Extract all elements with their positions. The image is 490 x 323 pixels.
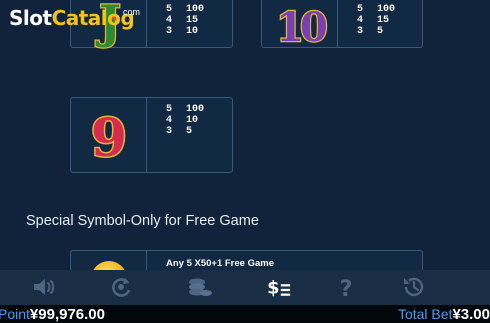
watermark-suffix: com [123,7,141,17]
pays-table-9: 5 100 4 10 35 [166,104,204,137]
paytable-panel: SlotCatalog com J 5 100 4 15 3 10 10 5 100 4… [0,0,490,270]
status-bar: Point¥99,976.00 Total Bet¥3.00 [0,305,490,323]
paytable-card-10: 10 5 100 4 15 35 [261,0,423,52]
pay-count: 5 [357,4,364,15]
pay-count: 4 [166,115,173,126]
total-bet-label: Total Bet [397,306,453,322]
special-symbol-cell [71,251,147,270]
pay-count: 5 [166,104,173,115]
pay-value: 5 [377,26,384,37]
history-icon[interactable] [400,274,428,300]
pay-value: 5 [186,126,193,137]
pay-value: 10 [186,115,199,126]
pays-table-j: 5 100 4 15 3 10 [166,4,204,37]
svg-text:?: ? [340,277,353,299]
special-symbol-card: Any 5 X50+1 Free Game [70,250,423,270]
pay-value: 100 [186,104,205,115]
pay-count: 5 [166,4,173,15]
point-display: Point¥99,976.00 [0,305,105,323]
point-value: ¥99,976.00 [29,306,105,323]
slotcatalog-watermark: SlotCatalog com [9,6,140,30]
pay-count: 4 [166,15,173,26]
pay-count: 3 [357,26,364,37]
pay-value: 10 [186,26,199,37]
pay-value: 100 [186,4,205,15]
pay-row: 4 15 [166,15,204,26]
pay-count: 3 [166,26,173,37]
pay-row: 35 [357,26,395,37]
pay-row: 4 15 [357,15,395,26]
autoplay-icon[interactable] [107,274,135,300]
pay-row: 5 100 [166,4,204,15]
nine-symbol-icon: 9 [71,98,147,172]
total-bet-display: Total Bet¥3.00 [398,305,490,323]
pay-value: 15 [186,15,199,26]
point-label: Point [0,306,30,322]
pay-value: 100 [377,4,396,15]
svg-text:9: 9 [91,108,127,169]
total-bet-value: ¥3.00 [452,306,490,323]
pay-row: 35 [166,126,204,137]
gold-coin-icon [91,261,127,270]
pay-count: 3 [166,126,173,137]
chips-icon[interactable] [186,274,214,300]
sound-icon[interactable] [30,274,58,300]
help-icon[interactable]: ? [332,274,360,300]
svg-text:$: $ [267,279,279,299]
special-symbol-description: Any 5 X50+1 Free Game [166,258,274,269]
paytable-icon[interactable]: $ [264,274,292,300]
pay-value: 15 [377,15,390,26]
watermark-brand-a: Slot [9,6,52,30]
watermark-brand-b: Catalog [51,6,135,30]
ten-symbol-icon: 10 [262,0,338,52]
paytable-card-9: 9 5 100 4 10 35 [70,97,233,173]
pay-row: 5 100 [357,4,395,15]
special-symbol-title: Special Symbol-Only for Free Game [26,213,259,229]
svg-text:10: 10 [276,4,326,49]
pay-row: 4 10 [166,115,204,126]
pays-table-10: 5 100 4 15 35 [357,4,395,37]
bottom-toolbar: $ ? [0,270,490,305]
pay-count: 4 [357,15,364,26]
pay-row: 5 100 [166,104,204,115]
pay-row: 3 10 [166,26,204,37]
